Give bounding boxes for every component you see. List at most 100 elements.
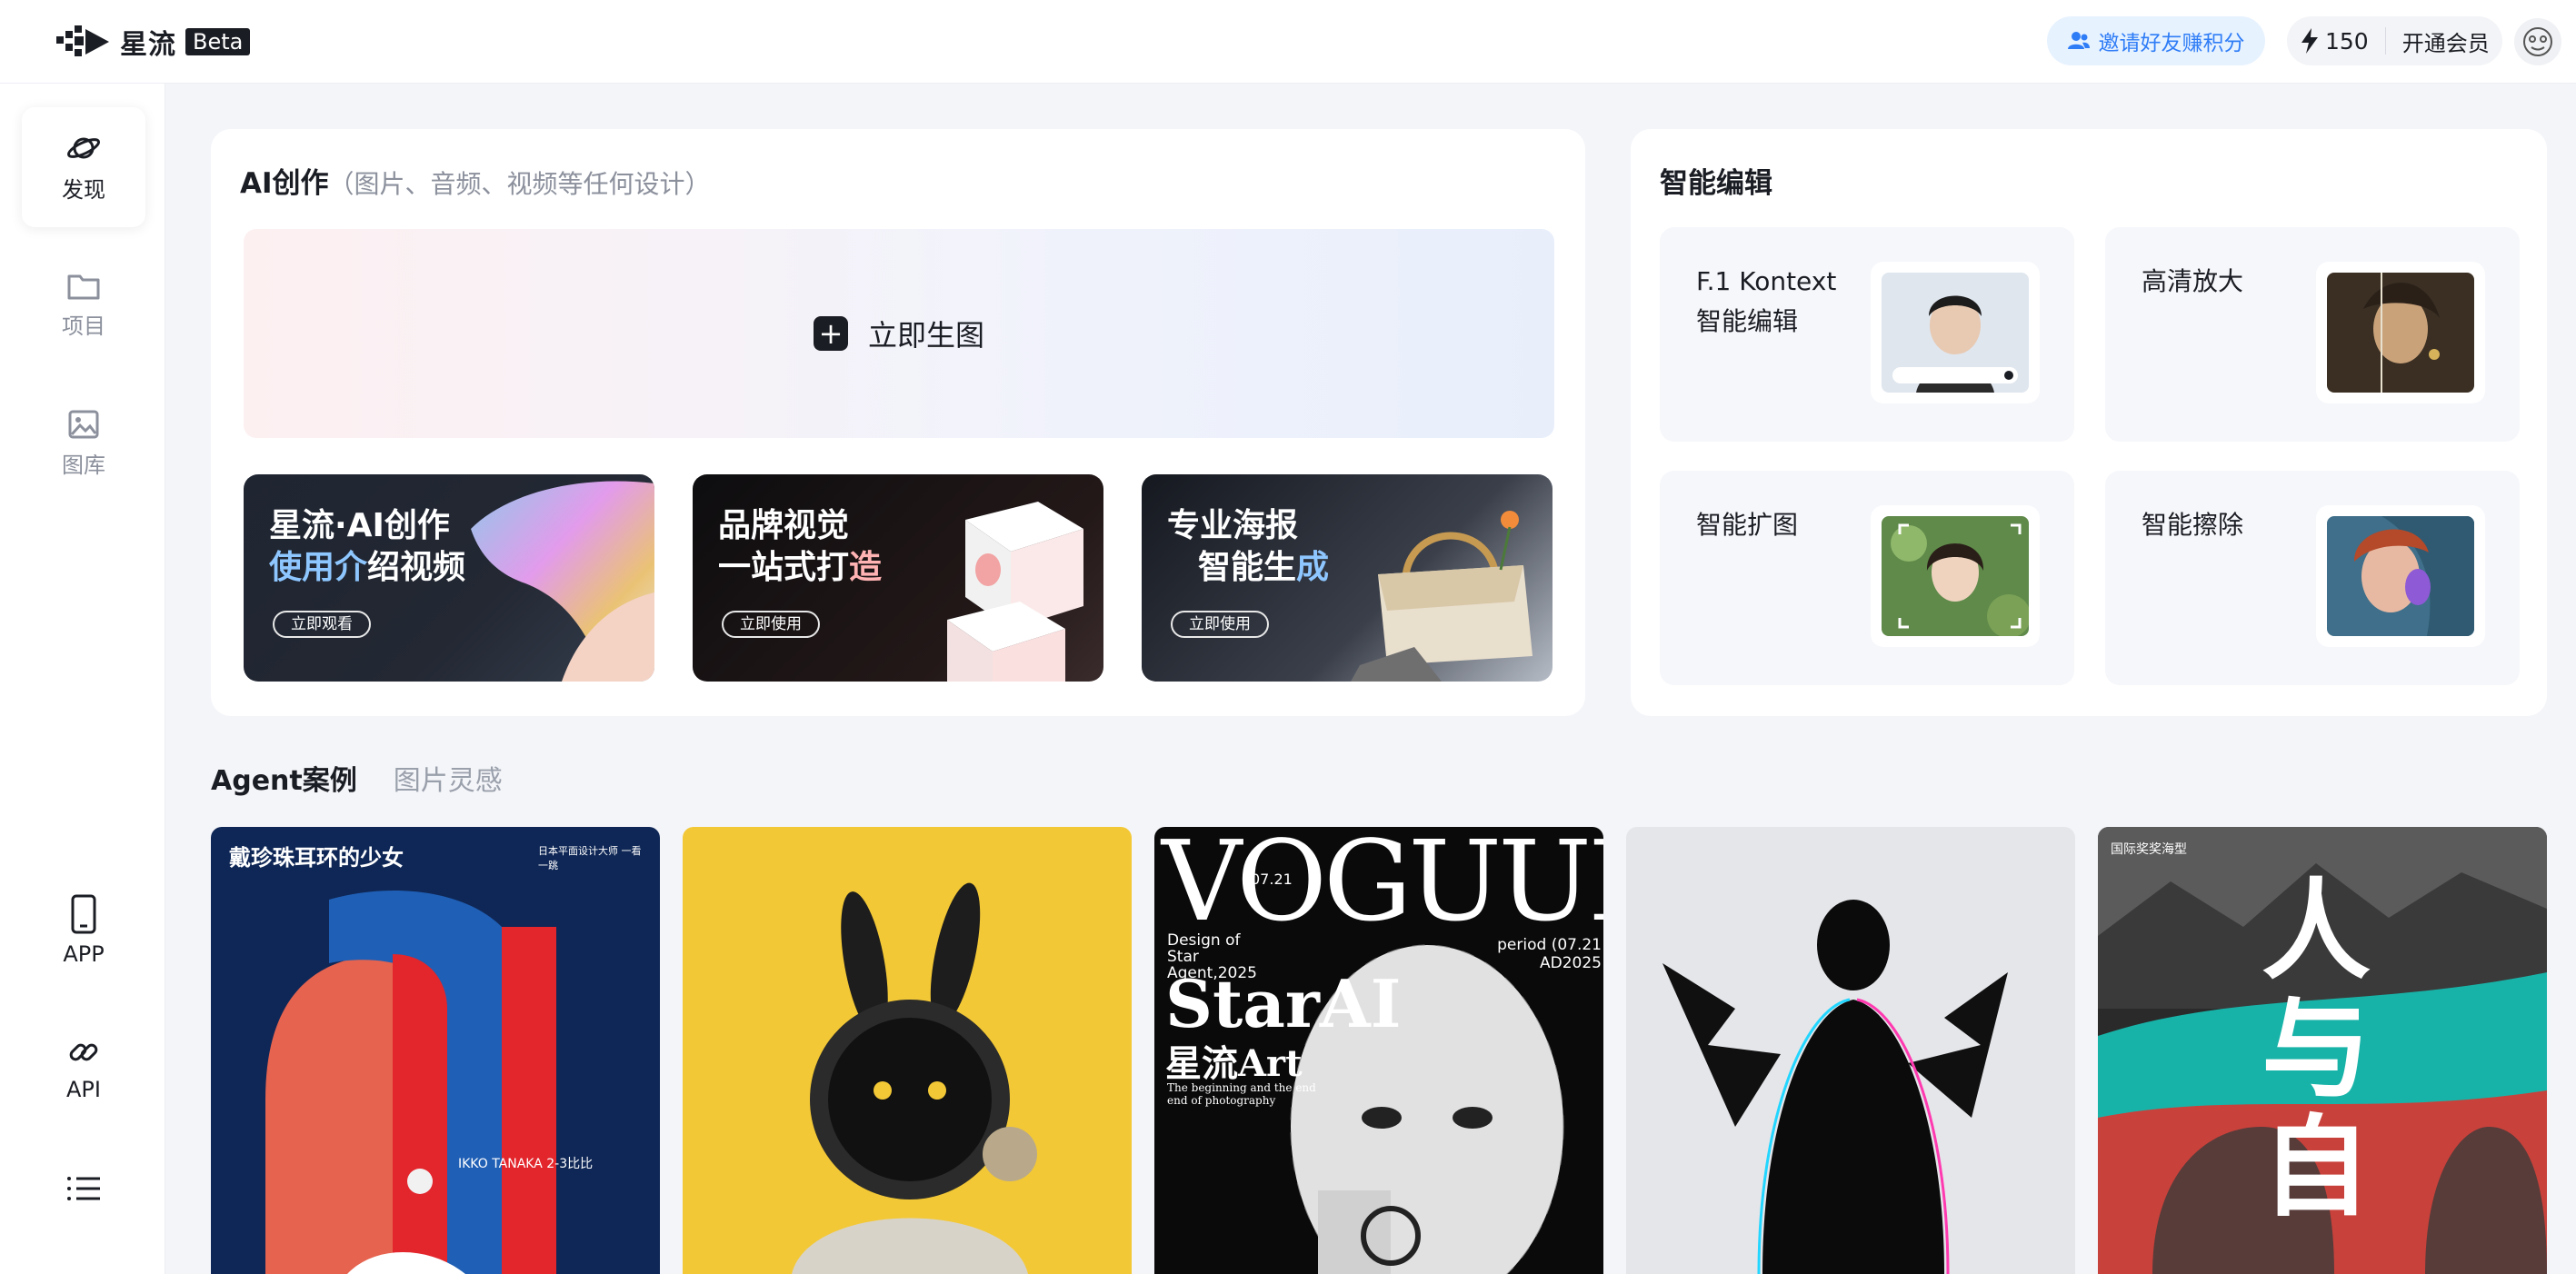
promo-line2-accent: 成 bbox=[1296, 549, 1330, 586]
tool-label: F.1 Kontext 智能编辑 bbox=[1696, 262, 1836, 342]
generate-label: 立即生图 bbox=[867, 318, 984, 353]
phone-icon bbox=[71, 894, 96, 934]
planet-icon bbox=[66, 137, 101, 158]
promo-line2-rest: 绍视频 bbox=[367, 549, 466, 586]
tool-label: 智能擦除 bbox=[2142, 510, 2244, 540]
gallery-card-art: 星流Art bbox=[1165, 1042, 1303, 1085]
tool-erase[interactable]: 智能擦除 bbox=[2105, 471, 2520, 685]
crystal-hand-illustration bbox=[471, 481, 654, 682]
gallery-card-pearl-earring[interactable]: 戴珍珠耳环的少女 日本平面设计大师 一看一跳 IKKO TANAKA 2-3比比 bbox=[211, 827, 660, 1274]
gallery-card-vogue-cover[interactable]: VOGUUE 07.21 Design of Star Agent,2025 p… bbox=[1154, 827, 1603, 1274]
sidebar-item-label: 发现 bbox=[62, 176, 105, 203]
watch-now-button[interactable]: 立即观看 bbox=[273, 611, 371, 638]
gallery-card-corner: 日本平面设计大师 一看一跳 bbox=[538, 845, 642, 871]
folder-icon bbox=[67, 274, 100, 299]
ai-create-subtitle: （图片、音频、视频等任何设计） bbox=[328, 169, 711, 199]
gallery-tabs: Agent案例 图片灵感 bbox=[211, 758, 503, 798]
tool-upscale[interactable]: 高清放大 bbox=[2105, 227, 2520, 442]
tool-label: 智能扩图 bbox=[1696, 510, 1799, 540]
left-sidebar: 发现 项目 图库 APP API bbox=[0, 84, 165, 1274]
tool-thumbnail bbox=[2316, 262, 2485, 403]
top-header: 星流 Beta 邀请好友赚积分 150 开通会员 bbox=[0, 0, 2576, 84]
gallery-card-human-nature[interactable]: 国际奖奖海型 人与自 bbox=[2098, 827, 2547, 1274]
promo-line2-rest: 一站式打 bbox=[718, 549, 850, 586]
sidebar-item-projects[interactable]: 项目 bbox=[22, 245, 145, 365]
portrait-painting-thumbnail bbox=[2327, 273, 2474, 393]
rabbit-astronaut-artwork bbox=[792, 882, 1037, 1274]
glitch-silhouette-artwork bbox=[1662, 900, 2008, 1274]
lightning-icon bbox=[2301, 28, 2318, 54]
sidebar-item-discover[interactable]: 发现 bbox=[22, 107, 145, 227]
tool-kontext[interactable]: F.1 Kontext 智能编辑 bbox=[1660, 227, 2074, 442]
brand-name: 星流 bbox=[120, 29, 176, 61]
tool-thumbnail bbox=[1871, 505, 2040, 647]
sidebar-item-app[interactable]: APP bbox=[22, 871, 145, 990]
tool-label-line2: 智能编辑 bbox=[1696, 306, 1799, 336]
sidebar-menu-button[interactable] bbox=[22, 1156, 145, 1229]
promo-poster[interactable]: 专业海报 智能生成 立即使用 bbox=[1142, 474, 1553, 682]
sidebar-item-label: APP bbox=[63, 941, 105, 967]
promo-line2: 智能生成 bbox=[1167, 547, 1329, 589]
tool-label-line1: F.1 Kontext bbox=[1696, 266, 1837, 296]
promo-line2: 使用介绍视频 bbox=[269, 547, 465, 589]
credits-divider bbox=[2384, 27, 2386, 55]
user-avatar[interactable] bbox=[2514, 18, 2561, 65]
plus-icon: + bbox=[813, 316, 848, 351]
link-icon bbox=[69, 1043, 98, 1061]
pearl-earring-artwork bbox=[265, 891, 556, 1274]
ai-create-card: AI创作（图片、音频、视频等任何设计） + 立即生图 星流·AI创作 使用介绍视… bbox=[211, 129, 1585, 716]
invite-friends-button[interactable]: 邀请好友赚积分 bbox=[2047, 16, 2265, 65]
promo-brand-visual[interactable]: 品牌视觉 一站式打造 立即使用 bbox=[693, 474, 1103, 682]
tool-outpaint[interactable]: 智能扩图 bbox=[1660, 471, 2074, 685]
brand-logo[interactable]: 星流 Beta bbox=[56, 22, 251, 62]
tool-thumbnail bbox=[2316, 505, 2485, 647]
gallery-card-calligraphy: 人与自 bbox=[2261, 867, 2371, 1231]
gallery-card-caption: IKKO TANAKA 2-3比比 bbox=[458, 1157, 594, 1171]
handbag-illustration bbox=[1351, 511, 1533, 682]
sidebar-item-label: 图库 bbox=[62, 452, 105, 478]
promo-title: 品牌视觉 一站式打造 bbox=[718, 505, 882, 589]
sidebar-item-label: 项目 bbox=[62, 313, 105, 339]
smart-edit-card: 智能编辑 F.1 Kontext 智能编辑 高清放大 智能扩图 智能擦除 bbox=[1631, 129, 2547, 716]
tab-agent-cases[interactable]: Agent案例 bbox=[211, 758, 357, 798]
tool-thumbnail bbox=[1871, 262, 2040, 403]
generate-image-button[interactable]: + 立即生图 bbox=[244, 229, 1554, 438]
vip-button[interactable]: 开通会员 bbox=[2402, 25, 2490, 57]
tool-label: 高清放大 bbox=[2142, 266, 2244, 296]
promo-line1: 品牌视觉 bbox=[718, 507, 850, 544]
invite-label: 邀请好友赚积分 bbox=[2098, 32, 2245, 55]
ai-create-title-text: AI创作 bbox=[240, 167, 329, 200]
product-boxes-illustration bbox=[947, 502, 1083, 682]
promo-intro-video[interactable]: 星流·AI创作 使用介绍视频 立即观看 bbox=[244, 474, 654, 682]
gallery-card-rabbit-astronaut[interactable] bbox=[683, 827, 1132, 1274]
promo-title: 星流·AI创作 使用介绍视频 bbox=[269, 505, 465, 589]
beta-badge: Beta bbox=[185, 28, 251, 55]
credits-pill[interactable]: 150 开通会员 bbox=[2287, 16, 2502, 65]
promo-line1: 专业海报 bbox=[1167, 507, 1299, 544]
use-now-button[interactable]: 立即使用 bbox=[722, 611, 820, 638]
users-icon bbox=[2067, 32, 2090, 49]
gallery-card-corner: 国际奖奖海型 bbox=[2111, 842, 2187, 857]
promo-title: 专业海报 智能生成 bbox=[1167, 505, 1329, 589]
sidebar-item-api[interactable]: API bbox=[22, 1009, 145, 1129]
promo-line2-accent: 使用介 bbox=[269, 549, 368, 586]
smart-edit-title: 智能编辑 bbox=[1660, 167, 1772, 200]
gallery-card-date: 07.21 bbox=[1251, 871, 1293, 888]
avatar-face-icon bbox=[2523, 27, 2552, 56]
gallery-card-starai: StarAI bbox=[1165, 965, 1402, 1042]
portrait-garden-thumbnail bbox=[1882, 516, 2031, 638]
gallery-card-masthead: VOGUUE bbox=[1162, 827, 1603, 946]
promo-line1: 星流·AI创作 bbox=[269, 507, 450, 544]
promo-line2-rest: 智能生 bbox=[1198, 549, 1297, 586]
credits-count: 150 bbox=[2325, 27, 2369, 55]
gallery-card-tagline: The beginning and the end end of photogr… bbox=[1167, 1081, 1316, 1107]
use-now-button[interactable]: 立即使用 bbox=[1171, 611, 1269, 638]
promo-line2-accent: 造 bbox=[849, 549, 883, 586]
gallery-card-glitch-silhouette[interactable] bbox=[1626, 827, 2075, 1274]
tab-image-inspiration[interactable]: 图片灵感 bbox=[394, 758, 503, 798]
portrait-erase-thumbnail bbox=[2327, 516, 2474, 636]
sidebar-item-gallery[interactable]: 图库 bbox=[22, 383, 145, 503]
gallery-card-title: 戴珍珠耳环的少女 bbox=[229, 845, 404, 871]
logo-mark-icon bbox=[56, 25, 109, 56]
promo-line2: 一站式打造 bbox=[718, 547, 882, 589]
